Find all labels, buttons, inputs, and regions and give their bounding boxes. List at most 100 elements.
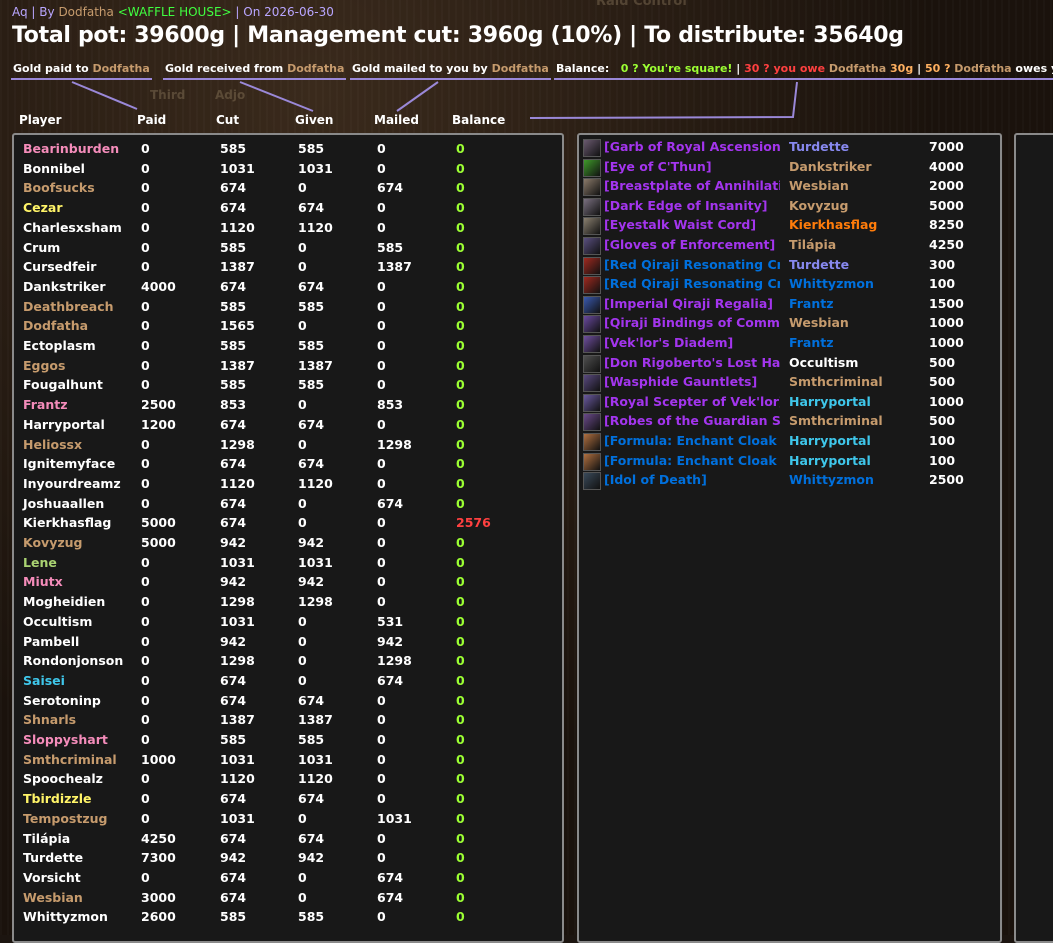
- item-link[interactable]: [Gloves of Enforcement]: [604, 237, 780, 252]
- item-price: 5000: [929, 197, 964, 213]
- player-name: Miutx: [23, 574, 63, 590]
- item-winner: Wesbian: [789, 178, 849, 194]
- given-cell: 585: [298, 377, 325, 393]
- axe-icon[interactable]: [583, 197, 601, 216]
- balance-cell: 0: [456, 180, 465, 196]
- given-cell: 585: [298, 298, 325, 314]
- item-link[interactable]: [Royal Scepter of Vek'lor]: [604, 394, 780, 409]
- loot-list[interactable]: [Garb of Royal Ascension] Turdette 7000 [Ey…: [577, 133, 1002, 943]
- breastplate-icon[interactable]: [583, 178, 601, 197]
- belt-icon[interactable]: [583, 217, 601, 236]
- given-cell: 585: [298, 909, 325, 925]
- mailed-cell: 585: [377, 239, 404, 255]
- formula-icon[interactable]: [583, 452, 601, 471]
- cut-cell: 1298: [220, 594, 255, 610]
- item-link[interactable]: [Dark Edge of Insanity]: [604, 198, 780, 213]
- regalia-icon[interactable]: [583, 295, 601, 314]
- item-price: 100: [929, 433, 956, 448]
- mailed-cell: 674: [377, 672, 404, 688]
- player-name: Dankstriker: [23, 278, 106, 294]
- item-link[interactable]: [Garb of Royal Ascension]: [604, 139, 780, 154]
- mailed-cell: 0: [377, 515, 386, 531]
- mailed-cell: 0: [377, 377, 386, 393]
- cut-cell: 674: [220, 456, 247, 472]
- given-cell: 0: [298, 672, 307, 688]
- balance-cell: 0: [456, 475, 465, 491]
- item-link[interactable]: [Imperial Qiraji Regalia]: [604, 296, 780, 311]
- given-cell: 0: [298, 869, 307, 885]
- item-link[interactable]: [Eye of C'Thun]: [604, 159, 780, 174]
- bindings-icon[interactable]: [583, 315, 601, 334]
- item-price: 8250: [929, 217, 964, 233]
- given-cell: 0: [298, 810, 307, 826]
- paid-cell: 0: [141, 180, 150, 196]
- legend-received-who: Dodfatha: [287, 62, 345, 75]
- item-link[interactable]: [Robes of the Guardian Saint]: [604, 413, 780, 428]
- mailed-cell: 0: [377, 219, 386, 235]
- mailed-cell: 0: [377, 850, 386, 866]
- paid-cell: 0: [141, 475, 150, 491]
- balance-cell: 0: [456, 318, 465, 334]
- hat-icon[interactable]: [583, 354, 601, 373]
- balance-cell: 0: [456, 219, 465, 235]
- paid-cell: 4000: [141, 278, 176, 294]
- mailed-cell: 1298: [377, 436, 412, 452]
- crystal-icon[interactable]: [583, 256, 601, 275]
- item-link[interactable]: [Formula: Enchant Cloak - Subtlety]: [604, 453, 780, 468]
- given-cell: 585: [298, 338, 325, 353]
- item-link[interactable]: [Qiraji Bindings of Command]: [604, 315, 780, 330]
- mailed-cell: 1387: [377, 259, 412, 275]
- mailed-cell: 0: [377, 416, 386, 432]
- formula-icon[interactable]: [583, 433, 601, 451]
- given-cell: 0: [298, 259, 307, 275]
- cut-cell: 942: [220, 574, 247, 590]
- paid-cell: 0: [141, 692, 150, 708]
- given-cell: 674: [298, 830, 325, 846]
- gauntlets-icon[interactable]: [583, 374, 601, 393]
- robe-icon[interactable]: [583, 413, 601, 432]
- crystal-icon[interactable]: [583, 276, 601, 295]
- item-price: 1000: [929, 393, 964, 409]
- item-link[interactable]: [Idol of Death]: [604, 472, 780, 487]
- balance-cell: 0: [456, 456, 465, 472]
- background-tab-faded: Adjo: [215, 88, 246, 102]
- paid-cell: 3000: [141, 889, 176, 905]
- legend-mailed-label: Gold mailed to you by: [352, 62, 492, 75]
- item-link[interactable]: [Breastplate of Annihilation]: [604, 178, 780, 193]
- player-name: Inyourdreamz: [23, 475, 121, 491]
- balance-cell: 0: [456, 771, 465, 787]
- players-table[interactable]: Bearinburden 0 585 585 0 0 Bonnibel 0 1031 1031 0 0…: [12, 133, 564, 943]
- item-link[interactable]: [Wasphide Gauntlets]: [604, 374, 780, 389]
- scepter-icon[interactable]: [583, 393, 601, 412]
- item-link[interactable]: [Don Rigoberto's Lost Hat]: [604, 355, 780, 370]
- paid-cell: 0: [141, 338, 150, 353]
- item-link[interactable]: [Eyestalk Waist Cord]: [604, 217, 780, 232]
- given-cell: 942: [298, 574, 325, 590]
- paid-cell: 0: [141, 672, 150, 688]
- paid-cell: 0: [141, 160, 150, 176]
- item-link[interactable]: [Vek'lor's Diadem]: [604, 335, 780, 350]
- robe-icon[interactable]: [583, 139, 601, 157]
- item-link[interactable]: [Red Qiraji Resonating Crystal]: [604, 257, 780, 272]
- balance-cell: 0: [456, 554, 465, 570]
- totals-summary: Total pot: 39600g | Management cut: 3960…: [12, 23, 904, 48]
- diadem-icon[interactable]: [583, 335, 601, 353]
- player-name: Cezar: [23, 200, 63, 216]
- balance-cell: 0: [456, 594, 465, 610]
- mailed-cell: 853: [377, 397, 404, 413]
- item-link[interactable]: [Red Qiraji Resonating Crystal]: [604, 276, 780, 291]
- legend-received: Gold received from Dodfatha: [163, 62, 347, 80]
- item-link[interactable]: [Formula: Enchant Cloak - Greater Resist…: [604, 433, 780, 448]
- eye-icon[interactable]: [583, 158, 601, 177]
- mailed-cell: 0: [377, 594, 386, 610]
- given-cell: 0: [298, 239, 307, 255]
- given-cell: 0: [298, 436, 307, 452]
- paid-cell: 0: [141, 495, 150, 511]
- idol-icon[interactable]: [583, 472, 601, 491]
- given-cell: 0: [298, 633, 307, 649]
- item-winner: Tilápia: [789, 237, 837, 252]
- player-name: Kierkhasflag: [23, 515, 112, 531]
- gloves-icon[interactable]: [583, 237, 601, 255]
- balance-cell: 0: [456, 397, 465, 413]
- legend-sep: |: [917, 62, 922, 75]
